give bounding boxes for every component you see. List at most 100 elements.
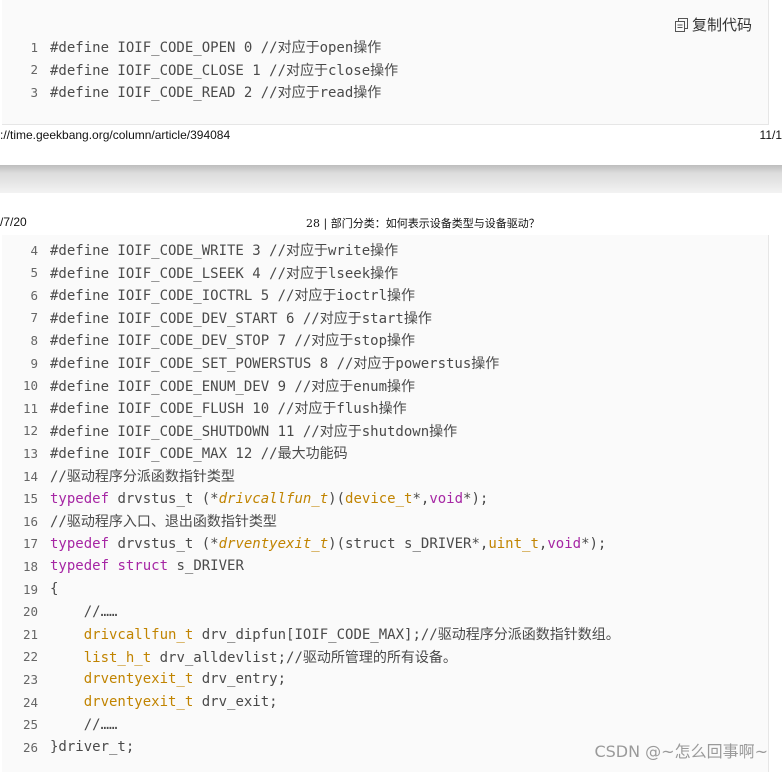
code-line: 23 drventyexit_t drv_entry; bbox=[2, 668, 286, 690]
code-line: 20 //…… bbox=[2, 601, 118, 623]
code-token: drv_dipfun[IOIF_CODE_MAX];//驱动程序分派函数指针数组… bbox=[193, 627, 620, 644]
code-token: drv_exit; bbox=[193, 694, 278, 710]
code-token: //…… bbox=[50, 716, 118, 733]
code-text: #define IOIF_CODE_IOCTRL 5 //对应于ioctrl操作 bbox=[50, 285, 415, 305]
code-text: drventyexit_t drv_entry; bbox=[50, 671, 286, 687]
code-text: typedef drvstus_t (*drivcallfun_t)(devic… bbox=[50, 491, 488, 507]
code-text: drventyexit_t drv_exit; bbox=[50, 694, 278, 710]
code-text: #define IOIF_CODE_DEV_START 6 //对应于start… bbox=[50, 308, 432, 328]
code-token: }driver_t; bbox=[50, 739, 135, 756]
code-line: 10 #define IOIF_CODE_ENUM_DEV 9 //对应于enum… bbox=[2, 375, 415, 397]
code-text: //…… bbox=[50, 603, 118, 620]
code-token: #define IOIF_CODE_CLOSE 1 //对应于close操作 bbox=[50, 62, 399, 79]
code-token: //…… bbox=[50, 603, 118, 620]
code-line: 14 //驱动程序分派函数指针类型 bbox=[2, 465, 235, 487]
line-number: 11 bbox=[22, 400, 38, 416]
code-text: #define IOIF_CODE_MAX 12 //最大功能码 bbox=[50, 443, 348, 463]
page-footer-url: ://time.geekbang.org/column/article/3940… bbox=[0, 128, 231, 142]
line-number: 5 bbox=[30, 265, 38, 281]
line-number: 25 bbox=[22, 717, 38, 733]
code-line: 19 { bbox=[2, 578, 59, 600]
line-number: 10 bbox=[22, 378, 38, 394]
line-number: 24 bbox=[22, 694, 38, 710]
code-token: #define IOIF_CODE_DEV_STOP 7 //对应于stop操作 bbox=[50, 333, 416, 350]
copy-code-button[interactable]: 复制代码 bbox=[674, 14, 752, 35]
code-token: #define IOIF_CODE_READ 2 //对应于read操作 bbox=[50, 85, 382, 101]
code-keyword: typedef bbox=[50, 490, 110, 507]
code-line: 3 #define IOIF_CODE_READ 2 //对应于read操作 bbox=[2, 81, 381, 103]
code-block-top: 复制代码 1 #define IOIF_CODE_OPEN 0 //对应于open… bbox=[2, 0, 769, 125]
code-text: list_h_t drv_alldevlist;//驱动所管理的所有设备。 bbox=[50, 647, 457, 667]
code-line: 13 #define IOIF_CODE_MAX 12 //最大功能码 bbox=[2, 442, 348, 464]
page-header-title: 28 | 部门分类：如何表示设备类型与设备驱动？ bbox=[306, 217, 540, 230]
code-token: #define IOIF_CODE_SET_POWERSTUS 8 //对应于p… bbox=[50, 356, 500, 372]
code-token: #define IOIF_CODE_OPEN 0 //对应于open操作 bbox=[50, 40, 382, 56]
line-number: 7 bbox=[30, 310, 38, 326]
code-text: //驱动程序入口、退出函数指针类型 bbox=[50, 511, 277, 531]
code-type: device_t bbox=[345, 490, 413, 507]
code-keyword: void bbox=[547, 535, 582, 552]
code-token: )(struct s_DRIVER*, bbox=[328, 535, 489, 552]
code-token: #define IOIF_CODE_MAX 12 //最大功能码 bbox=[50, 446, 348, 463]
code-token: #define IOIF_CODE_ENUM_DEV 9 //对应于enum操作 bbox=[50, 378, 416, 395]
code-token: { bbox=[50, 581, 59, 597]
code-text: #define IOIF_CODE_WRITE 3 //对应于write操作 bbox=[50, 240, 398, 260]
code-type: drventyexit_t bbox=[83, 694, 194, 710]
line-number: 8 bbox=[30, 332, 38, 348]
code-text: #define IOIF_CODE_READ 2 //对应于read操作 bbox=[50, 82, 381, 102]
line-number: 2 bbox=[30, 62, 38, 77]
csdn-watermark: CSDN @~怎么回事啊~ bbox=[594, 742, 768, 761]
line-number: 13 bbox=[22, 445, 38, 461]
code-text: #define IOIF_CODE_LSEEK 4 //对应于lseek操作 bbox=[50, 263, 398, 283]
code-type: drivcallfun_t bbox=[83, 627, 194, 644]
code-text: #define IOIF_CODE_OPEN 0 //对应于open操作 bbox=[50, 37, 381, 57]
code-text: //驱动程序分派函数指针类型 bbox=[50, 466, 235, 486]
code-text: #define IOIF_CODE_FLUSH 10 //对应于flush操作 bbox=[50, 398, 407, 418]
line-number: 12 bbox=[22, 423, 38, 439]
code-keyword: struct bbox=[117, 558, 169, 575]
code-type: drventyexit_t bbox=[83, 671, 194, 688]
code-token: drv_alldevlist;//驱动所管理的所有设备。 bbox=[151, 649, 457, 666]
code-type: drivcallfun_t bbox=[218, 490, 329, 507]
code-text: drivcallfun_t drv_dipfun[IOIF_CODE_MAX];… bbox=[50, 624, 620, 644]
code-line: 8 #define IOIF_CODE_DEV_STOP 7 //对应于stop操… bbox=[2, 329, 415, 351]
code-keyword: typedef bbox=[50, 535, 110, 552]
code-line: 24 drventyexit_t drv_exit; bbox=[2, 691, 278, 713]
code-token: //驱动程序分派函数指针类型 bbox=[50, 469, 235, 485]
code-token: #define IOIF_CODE_DEV_START 6 //对应于start… bbox=[50, 310, 432, 327]
code-text: #define IOIF_CODE_CLOSE 1 //对应于close操作 bbox=[50, 60, 398, 80]
code-token: )( bbox=[328, 490, 346, 507]
line-number: 22 bbox=[22, 649, 38, 665]
code-text: #define IOIF_CODE_SHUTDOWN 11 //对应于shutd… bbox=[50, 421, 457, 441]
code-line: 2 #define IOIF_CODE_CLOSE 1 //对应于close操作 bbox=[2, 59, 398, 81]
page-footer-number: 11/1 bbox=[759, 128, 782, 142]
code-token: *); bbox=[463, 490, 489, 507]
line-number: 16 bbox=[22, 513, 38, 529]
code-line: 7 #define IOIF_CODE_DEV_START 6 //对应于star… bbox=[2, 307, 432, 329]
line-number: 21 bbox=[22, 626, 38, 642]
code-line: 15 typedef drvstus_t (*drivcallfun_t)(dev… bbox=[2, 488, 488, 510]
line-number: 14 bbox=[22, 468, 38, 484]
code-keyword: void bbox=[429, 490, 464, 507]
line-number: 6 bbox=[30, 287, 38, 303]
line-number: 23 bbox=[22, 671, 38, 687]
line-number: 17 bbox=[22, 536, 38, 552]
code-token: //驱动程序入口、退出函数指针类型 bbox=[50, 514, 277, 531]
code-token: drvstus_t (* bbox=[109, 535, 219, 552]
copy-code-label: 复制代码 bbox=[691, 16, 752, 34]
line-number: 19 bbox=[22, 581, 38, 597]
pdf-page-top: 复制代码 1 #define IOIF_CODE_OPEN 0 //对应于open… bbox=[0, 0, 782, 165]
line-number: 4 bbox=[30, 242, 38, 258]
code-type: drventyexit_t bbox=[218, 535, 329, 552]
code-token: #define IOIF_CODE_IOCTRL 5 //对应于ioctrl操作 bbox=[50, 288, 416, 305]
code-token: #define IOIF_CODE_FLUSH 10 //对应于flush操作 bbox=[50, 401, 407, 418]
line-number: 20 bbox=[22, 604, 38, 620]
code-text: #define IOIF_CODE_ENUM_DEV 9 //对应于enum操作 bbox=[50, 376, 415, 396]
code-token: #define IOIF_CODE_WRITE 3 //对应于write操作 bbox=[50, 243, 399, 259]
code-text: }driver_t; bbox=[50, 739, 134, 755]
code-token: #define IOIF_CODE_LSEEK 4 //对应于lseek操作 bbox=[50, 265, 399, 282]
code-block-bottom: 4 #define IOIF_CODE_WRITE 3 //对应于write操作 5… bbox=[2, 235, 769, 772]
code-line: 12 #define IOIF_CODE_SHUTDOWN 11 //对应于shu… bbox=[2, 420, 457, 442]
